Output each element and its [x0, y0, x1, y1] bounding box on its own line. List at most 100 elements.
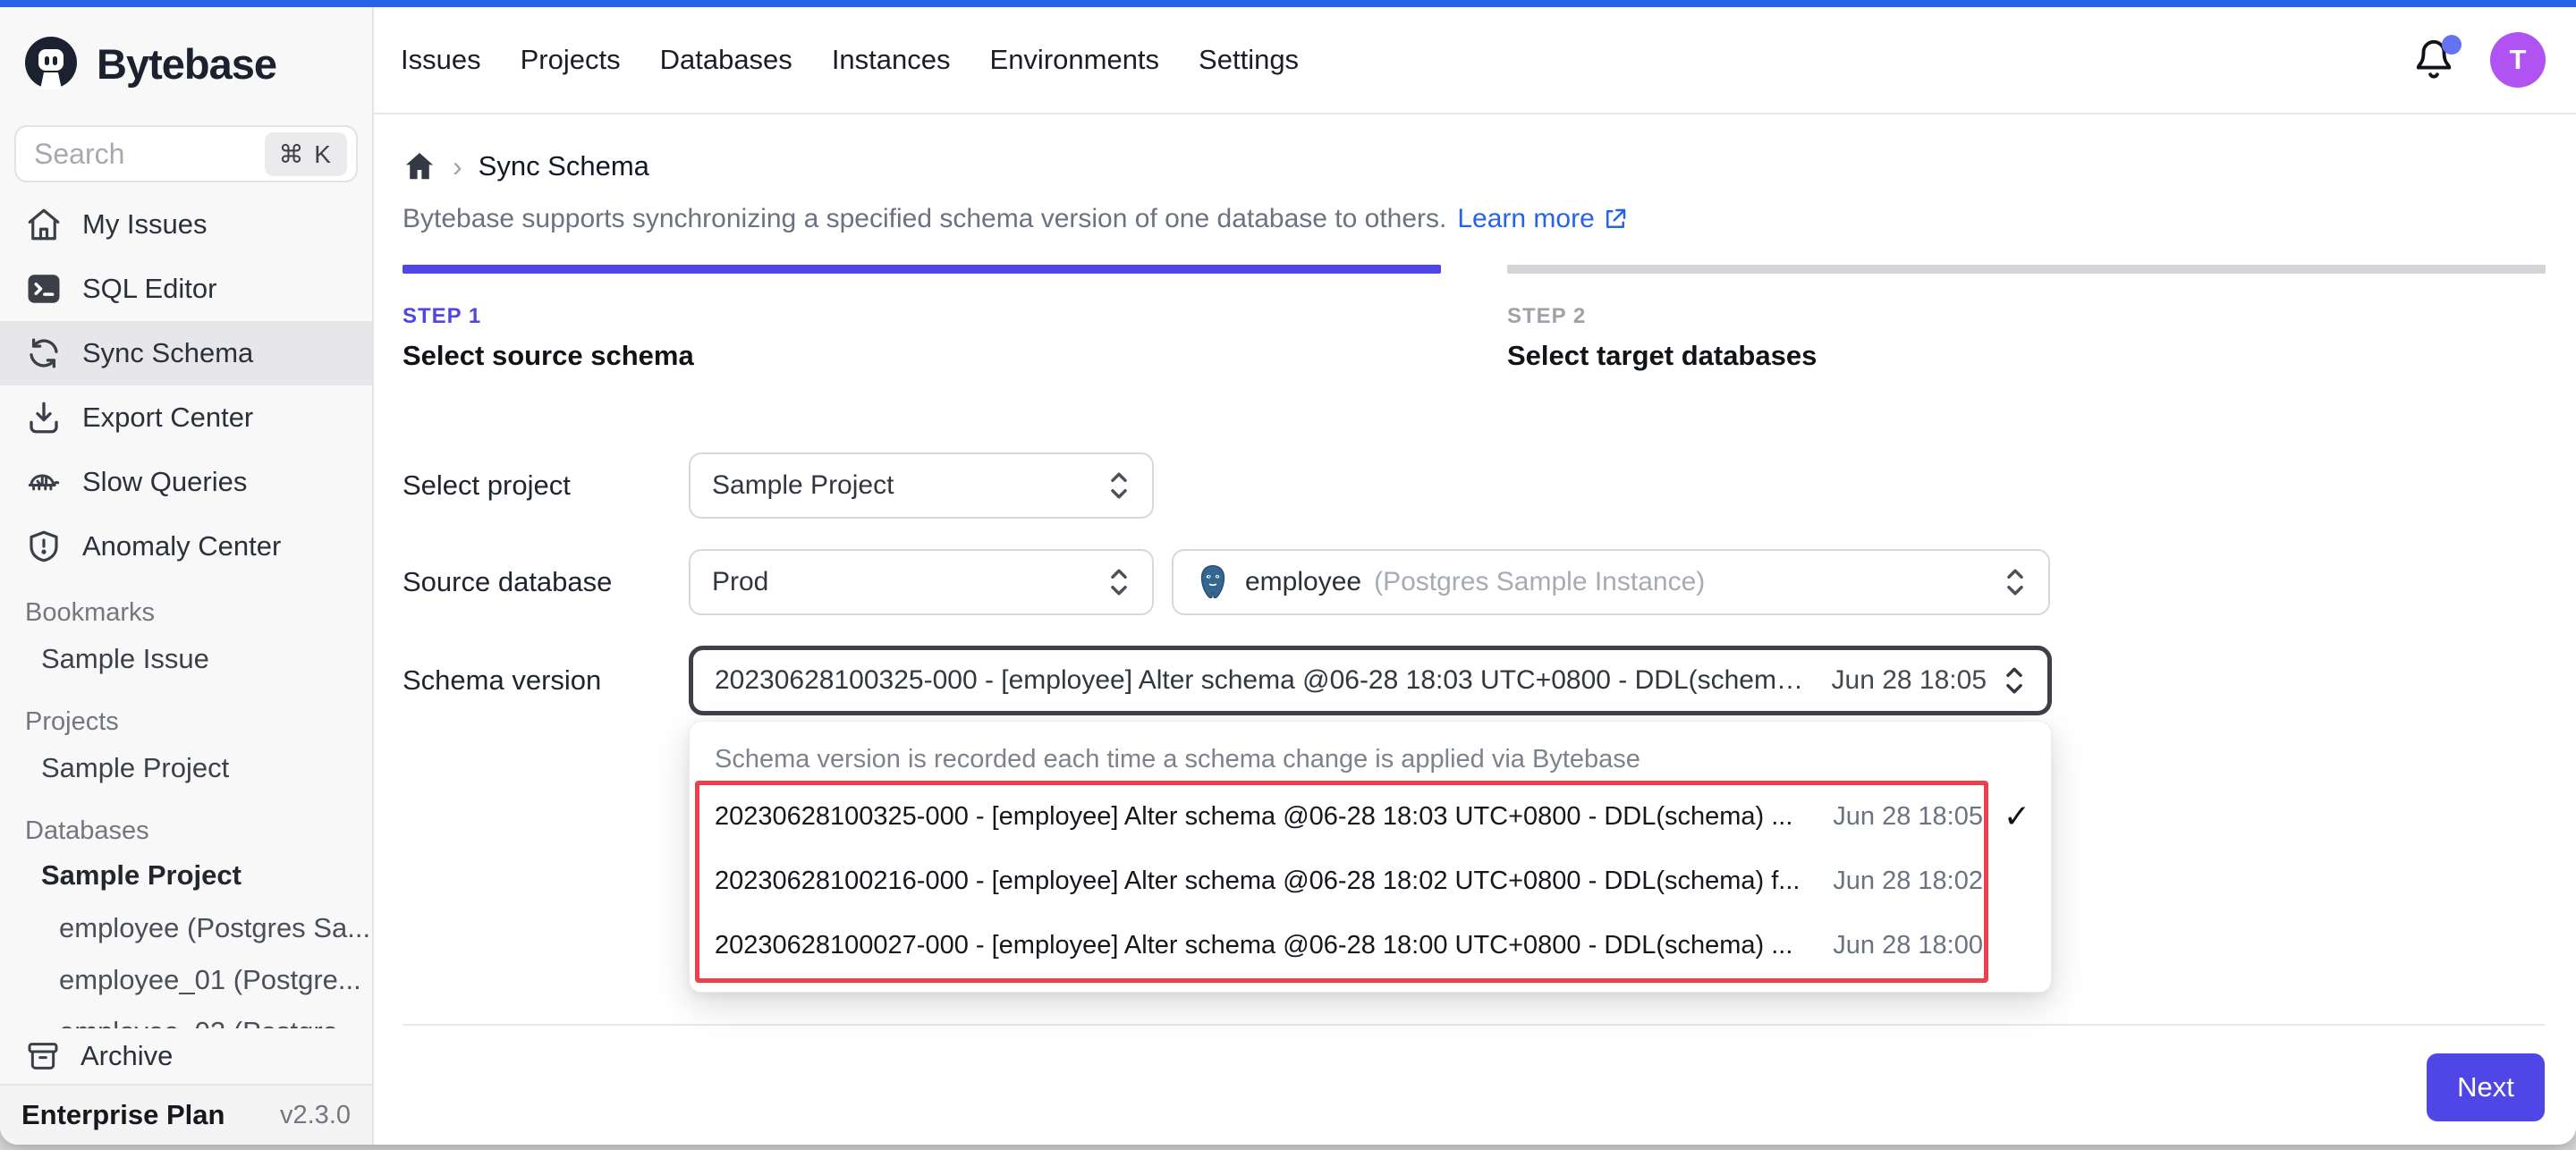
brand-logo[interactable]: Bytebase: [0, 7, 372, 120]
app-window: Bytebase Search ⌘ K My Issues SQL Editor…: [0, 0, 2576, 1145]
user-avatar[interactable]: T: [2490, 32, 2546, 88]
sidebar: Bytebase Search ⌘ K My Issues SQL Editor…: [0, 7, 374, 1145]
label-source-database: Source database: [402, 566, 689, 598]
chevron-up-down-icon: [1999, 663, 2029, 698]
schema-version-option-1[interactable]: 20230628100325-000 - [employee] Alter sc…: [690, 784, 2051, 849]
dropdown-hint: Schema version is recorded each time a s…: [690, 734, 2051, 784]
sidebar-item-sample-project[interactable]: Sample Project: [0, 740, 372, 797]
schema-version-select-value: 20230628100325-000 - [employee] Alter sc…: [715, 665, 1809, 696]
schema-version-option-2[interactable]: 20230628100216-000 - [employee] Alter sc…: [690, 849, 2051, 913]
breadcrumb-home-icon[interactable]: [402, 149, 436, 183]
section-title-bookmarks: Bookmarks: [0, 595, 372, 630]
step-2-label: STEP 2: [1507, 304, 2546, 329]
turtle-icon: [25, 463, 63, 501]
step-1-label: STEP 1: [402, 304, 1441, 329]
schema-version-select[interactable]: 20230628100325-000 - [employee] Alter sc…: [689, 646, 2052, 715]
search-input[interactable]: Search ⌘ K: [14, 125, 358, 182]
sidebar-item-label: Anomaly Center: [82, 530, 281, 562]
sidebar-item-label: My Issues: [82, 208, 208, 241]
sidebar-item-slow-queries[interactable]: Slow Queries: [0, 450, 372, 514]
nav-instances[interactable]: Instances: [832, 44, 951, 76]
sidebar-item-db-employee-01[interactable]: employee_01 (Postgre...: [0, 954, 372, 1006]
learn-more-label: Learn more: [1457, 204, 1594, 234]
database-select-instance: (Postgres Sample Instance): [1374, 567, 1987, 597]
top-navigation: Issues Projects Databases Instances Envi…: [401, 44, 1299, 76]
sidebar-item-label: Export Center: [82, 402, 253, 434]
step-2-title: Select target databases: [1507, 340, 2546, 372]
sidebar-item-label: Slow Queries: [82, 466, 247, 498]
step-2-bar: [1507, 265, 2546, 274]
plan-name: Enterprise Plan: [21, 1099, 225, 1131]
sidebar-item-archive[interactable]: Archive: [0, 1028, 372, 1084]
sidebar-item-anomaly-center[interactable]: Anomaly Center: [0, 514, 372, 579]
label-select-project: Select project: [402, 469, 689, 502]
step-progress: STEP 1 Select source schema STEP 2 Selec…: [402, 265, 2546, 372]
step-1-bar: [402, 265, 1441, 274]
terminal-icon: [25, 270, 63, 308]
environment-select[interactable]: Prod: [689, 549, 1154, 615]
shield-alert-icon: [25, 528, 63, 565]
top-header: Issues Projects Databases Instances Envi…: [374, 7, 2576, 114]
step-1: STEP 1 Select source schema: [402, 265, 1441, 372]
archive-icon: [25, 1038, 61, 1074]
option-text: 20230628100325-000 - [employee] Alter sc…: [715, 802, 1820, 832]
external-link-icon: [1602, 206, 1629, 233]
sidebar-item-label: Archive: [80, 1040, 173, 1072]
chevron-up-down-icon: [1104, 468, 1134, 503]
notification-bell-button[interactable]: [2413, 38, 2454, 81]
search-placeholder: Search: [34, 138, 265, 171]
sync-icon: [25, 334, 63, 372]
option-text: 20230628100216-000 - [employee] Alter sc…: [715, 867, 1820, 896]
sidebar-item-export-center[interactable]: Export Center: [0, 385, 372, 450]
project-select-value: Sample Project: [712, 470, 1091, 501]
notification-dot: [2442, 35, 2462, 55]
top-accent-bar: [0, 0, 2576, 7]
option-date: Jun 28 18:00: [1833, 931, 1983, 960]
search-shortcut-badge: ⌘ K: [265, 132, 347, 176]
bytebase-logo-icon: [21, 34, 80, 93]
sidebar-item-sql-editor[interactable]: SQL Editor: [0, 257, 372, 321]
label-schema-version: Schema version: [402, 664, 689, 697]
option-date: Jun 28 18:02: [1833, 867, 1983, 896]
breadcrumb-separator-icon: ›: [453, 150, 462, 183]
sidebar-item-label: Sync Schema: [82, 337, 253, 369]
chevron-up-down-icon: [2000, 564, 2030, 600]
description-text: Bytebase supports synchronizing a specif…: [402, 204, 1446, 234]
option-date: Jun 28 18:05: [1833, 802, 1983, 832]
next-button[interactable]: Next: [2427, 1053, 2545, 1121]
nav-environments[interactable]: Environments: [990, 44, 1160, 76]
database-select-value: employee: [1245, 567, 1361, 597]
schema-version-option-3[interactable]: 20230628100027-000 - [employee] Alter sc…: [690, 913, 2051, 977]
schema-version-dropdown: Schema version is recorded each time a s…: [689, 721, 2052, 993]
breadcrumb: › Sync Schema: [402, 147, 2546, 186]
section-title-projects: Projects: [0, 704, 372, 740]
environment-select-value: Prod: [712, 567, 1091, 597]
nav-settings[interactable]: Settings: [1199, 44, 1299, 76]
sidebar-nav: My Issues SQL Editor Sync Schema Export …: [0, 192, 372, 1028]
sidebar-item-db-employee[interactable]: employee (Postgres Sa...: [0, 902, 372, 954]
download-icon: [25, 399, 63, 436]
sidebar-item-my-issues[interactable]: My Issues: [0, 192, 372, 257]
database-select[interactable]: employee (Postgres Sample Instance): [1172, 549, 2050, 615]
sidebar-item-sample-issue[interactable]: Sample Issue: [0, 630, 372, 688]
learn-more-link[interactable]: Learn more: [1457, 204, 1628, 234]
nav-issues[interactable]: Issues: [401, 44, 481, 76]
step-1-title: Select source schema: [402, 340, 1441, 372]
project-select[interactable]: Sample Project: [689, 452, 1154, 519]
check-icon: ✓: [1996, 798, 2038, 835]
postgres-icon: [1195, 562, 1231, 602]
page-description: Bytebase supports synchronizing a specif…: [402, 200, 2546, 238]
sidebar-item-db-employee-02[interactable]: employee_02 (Postgre...: [0, 1006, 372, 1028]
database-group-sample-project[interactable]: Sample Project: [0, 849, 372, 902]
section-title-databases: Databases: [0, 813, 372, 849]
brand-name: Bytebase: [97, 39, 276, 89]
breadcrumb-page: Sync Schema: [479, 150, 649, 182]
plan-bar: Enterprise Plan v2.3.0: [0, 1084, 372, 1145]
home-icon: [25, 206, 63, 243]
chevron-up-down-icon: [1104, 564, 1134, 600]
nav-databases[interactable]: Databases: [660, 44, 792, 76]
nav-projects[interactable]: Projects: [521, 44, 621, 76]
sidebar-item-sync-schema[interactable]: Sync Schema: [0, 321, 372, 385]
step-2: STEP 2 Select target databases: [1507, 265, 2546, 372]
option-text: 20230628100027-000 - [employee] Alter sc…: [715, 931, 1820, 960]
